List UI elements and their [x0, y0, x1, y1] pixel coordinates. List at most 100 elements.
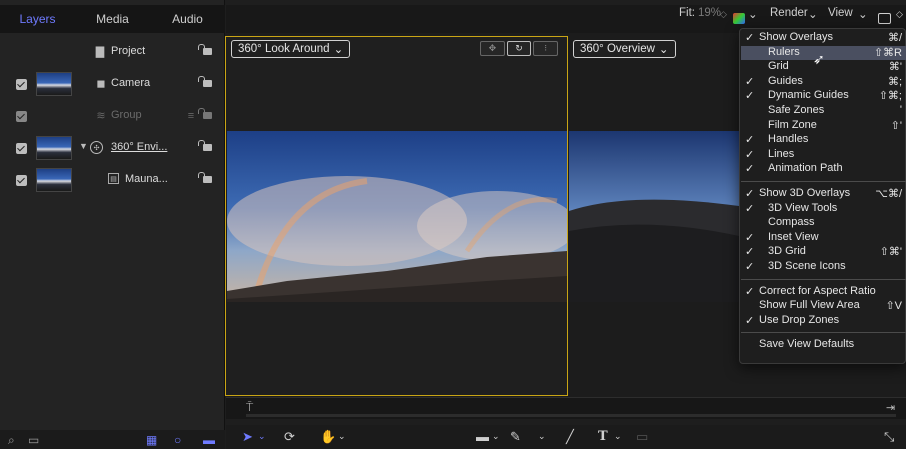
layer-row-camera[interactable]: ◼ Camera [0, 68, 225, 100]
menu-item-label: Safe Zones [768, 104, 825, 116]
menu-item-3d-view-tools[interactable]: ✓ 3D View Tools [741, 202, 906, 217]
menu-item-use-drop-zones[interactable]: ✓ Use Drop Zones [741, 314, 906, 329]
search-icon[interactable]: ⌕ [8, 433, 15, 448]
layer-row-mauna[interactable]: ▤ Mauna... [0, 164, 225, 196]
viewport-left-dropdown[interactable]: 360° Look Around ⌄ [231, 40, 351, 58]
menu-item-3d-grid[interactable]: ✓ 3D Grid ⇧⌘' [741, 245, 906, 260]
select-arrow-icon[interactable]: ➤ [242, 429, 253, 445]
lock-icon[interactable] [198, 172, 212, 183]
zoom-stepper-icon[interactable]: ◇ [720, 9, 727, 20]
view-chevron-icon[interactable]: ⌄ [858, 7, 868, 21]
menu-item-show-full-view-area[interactable]: Show Full View Area ⇧V [741, 299, 906, 314]
menu-separator [741, 181, 906, 182]
menu-item-compass[interactable]: Compass [741, 216, 906, 231]
checkmark-icon: ✓ [745, 246, 755, 259]
menu-item-inset-view[interactable]: ✓ Inset View [741, 231, 906, 246]
out-point-icon[interactable]: ⇥ [886, 401, 895, 414]
expand-icon[interactable]: ⤡ [884, 429, 894, 445]
menu-item-shortcut: ⇧⌘; [878, 90, 902, 103]
menu-item-film-zone[interactable]: Film Zone ⇧' [741, 119, 906, 134]
menu-item-3d-scene-icons[interactable]: ✓ 3D Scene Icons [741, 260, 906, 275]
menu-item-animation-path[interactable]: ✓ Animation Path [741, 162, 906, 177]
render-chevron-icon[interactable]: ⌄ [808, 7, 818, 21]
channels-icon[interactable] [733, 13, 745, 24]
circle-icon[interactable]: ○ [174, 433, 181, 447]
mask-icon: ▭ [636, 429, 649, 444]
tab-audio[interactable]: Audio [150, 5, 225, 33]
channels-chevron-icon[interactable]: ⌄ [748, 7, 758, 21]
layer-label: Mauna... [125, 173, 168, 185]
lock-icon[interactable] [198, 140, 212, 151]
checker-icon[interactable]: ▦ [146, 433, 157, 447]
menu-item-label: Grid [768, 60, 789, 73]
layer-row-project[interactable]: ▇ Project [0, 36, 225, 68]
menu-item-label: Show 3D Overlays [759, 187, 851, 199]
menu-item-label: Guides [768, 74, 803, 87]
zoom-level[interactable]: 19% [698, 7, 721, 19]
layers-panel-icon[interactable]: ▭ [28, 433, 39, 447]
menu-item-handles[interactable]: ✓ Handles [741, 133, 906, 148]
checkmark-icon: ✓ [745, 188, 755, 200]
layer-label: 360° Envi... [111, 141, 168, 153]
orbit-icon[interactable]: ⟳ [284, 429, 295, 445]
menu-item-label: Handles [768, 133, 809, 146]
chevron-down-icon[interactable]: ⌄ [258, 431, 266, 442]
menu-item-save-view-defaults[interactable]: Save View Defaults [741, 338, 906, 353]
checkmark-icon: ✓ [745, 202, 755, 215]
menu-item-lines[interactable]: ✓ Lines [741, 148, 906, 163]
menu-item-label: Animation Path [768, 162, 843, 175]
viewport-layout-icon[interactable] [878, 13, 891, 24]
layer-row-group[interactable]: ≋ Group ≡ [0, 100, 225, 132]
mini-timeline[interactable]: ⍑ ⇥ [226, 397, 906, 419]
orbit-tool-icon[interactable]: ↻ [506, 41, 532, 56]
chevron-down-icon[interactable]: ⌄ [614, 431, 622, 442]
stack-icon[interactable]: ▬ [203, 433, 215, 447]
chevron-down-icon[interactable]: ⌄ [338, 431, 346, 442]
menu-item-label: 3D Scene Icons [768, 260, 846, 272]
checkmark-icon: ✓ [745, 32, 755, 44]
menu-item-label: Save View Defaults [759, 338, 855, 351]
menu-item-show-3d-overlays[interactable]: ✓ Show 3D Overlays ⌥⌘/ [741, 187, 906, 202]
lock-icon[interactable] [198, 76, 212, 87]
menu-item-guides[interactable]: ✓ Guides ⌘; [741, 75, 906, 90]
disclosure-triangle-icon[interactable]: ▼ [79, 141, 88, 151]
view-overlays-menu: ✓ Show Overlays ⌘/ Rulers ⇧⌘R Grid ⌘' ✓ Guides ⌘;… [739, 28, 906, 364]
menu-item-correct-for-aspect-ratio[interactable]: ✓ Correct for Aspect Ratio [741, 285, 906, 300]
playhead-icon[interactable]: ⍑ [246, 400, 253, 415]
menu-item-shortcut: ⌘; [887, 75, 902, 88]
render-menu[interactable]: Render [770, 7, 808, 19]
dolly-tool-icon[interactable]: ⁝ [533, 41, 559, 56]
chevron-down-icon[interactable]: ⌄ [492, 431, 500, 442]
menu-item-show-overlays[interactable]: ✓ Show Overlays ⌘/ [741, 31, 906, 46]
menu-item-shortcut: ⌥⌘/ [875, 188, 902, 200]
shape-rect-icon[interactable]: ▬ [476, 429, 489, 444]
text-icon[interactable]: T [598, 429, 608, 444]
pen-icon[interactable]: ✎ [510, 429, 521, 445]
layer-enable-checkbox[interactable] [16, 79, 27, 90]
tab-layers[interactable]: Layers [0, 5, 75, 33]
menu-item-label: 3D Grid [768, 245, 806, 258]
hand-icon[interactable]: ✋ [320, 429, 336, 445]
layer-row-360-environment[interactable]: ▼ ✣ 360° Envi... [0, 132, 225, 164]
lock-icon[interactable] [198, 44, 212, 55]
lock-icon[interactable] [198, 108, 212, 119]
view-menu[interactable]: View [828, 7, 853, 19]
layer-enable-checkbox[interactable] [16, 175, 27, 186]
timeline-track[interactable] [246, 414, 896, 417]
menu-item-label: Inset View [768, 230, 819, 243]
chevron-down-icon[interactable]: ⌄ [538, 431, 546, 442]
menu-item-label: Use Drop Zones [759, 313, 840, 326]
checkmark-icon: ✓ [745, 314, 755, 327]
menu-separator [741, 332, 906, 334]
layers-panel: Layers Media Audio ▇ Project ◼ Camera ≋ … [0, 0, 225, 449]
layer-enable-checkbox[interactable] [16, 111, 27, 122]
layout-chevron-icon[interactable]: ◇ [896, 9, 903, 20]
paint-stroke-icon[interactable]: ╱ [566, 429, 574, 445]
menu-item-safe-zones[interactable]: Safe Zones ' [741, 104, 906, 119]
viewport-right-dropdown[interactable]: 360° Overview ⌄ [573, 40, 676, 58]
menu-item-dynamic-guides[interactable]: ✓ Dynamic Guides ⇧⌘; [741, 89, 906, 104]
layer-enable-checkbox[interactable] [16, 143, 27, 154]
pan-tool-icon[interactable]: ✥ [480, 41, 505, 56]
tab-media[interactable]: Media [75, 5, 150, 33]
group-icon: ≋ [96, 110, 106, 122]
